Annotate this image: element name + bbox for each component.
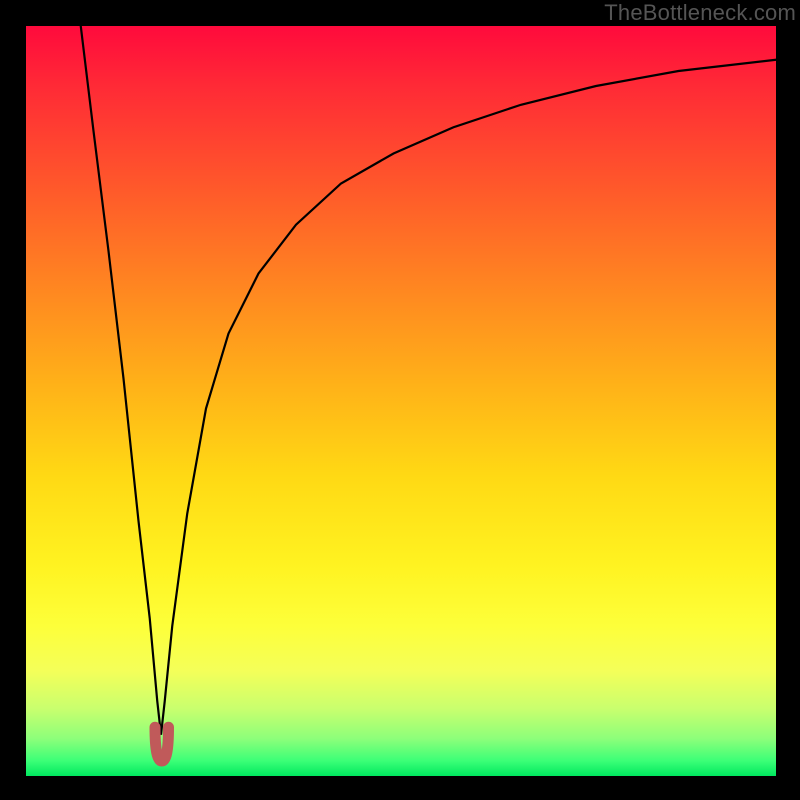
bottleneck-curve xyxy=(81,26,776,735)
chart-frame: TheBottleneck.com xyxy=(0,0,800,800)
curve-layer xyxy=(26,26,776,776)
watermark-text: TheBottleneck.com xyxy=(604,0,796,26)
plot-area xyxy=(26,26,776,776)
